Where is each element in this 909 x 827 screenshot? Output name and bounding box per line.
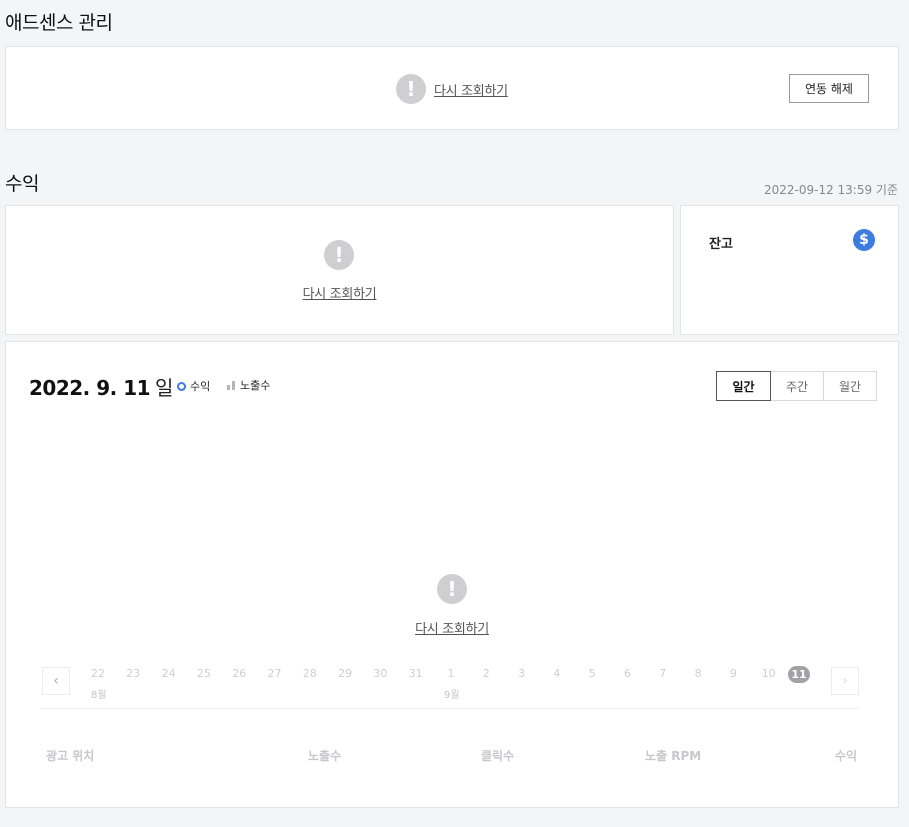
adsense-error-group: ! 다시 조회하기 (396, 74, 508, 104)
revenue-panel: ! 다시 조회하기 (5, 205, 674, 335)
table-header-position: 광고 위치 (46, 749, 95, 763)
day-item[interactable]: 24 (154, 667, 184, 680)
chart-date: 2022. 9. 11 일 (29, 372, 173, 401)
day-item[interactable]: 8 (683, 667, 713, 680)
tab-monthly[interactable]: 월간 (823, 372, 876, 400)
day-item[interactable]: 26 (224, 667, 254, 680)
day-item[interactable]: 4 (542, 667, 572, 680)
legend-impressions: 노출수 (227, 377, 270, 393)
revenue-timestamp: 2022-09-12 13:59 기준 (763, 183, 898, 197)
period-tabs: 일간 주간 월간 (716, 371, 877, 401)
table-header-clicks: 클릭수 (481, 749, 515, 763)
chart-retry-link[interactable]: 다시 조회하기 (6, 618, 898, 637)
legend-revenue-label: 수익 (190, 380, 211, 393)
day-item[interactable]: 23 (118, 667, 148, 680)
table-header-revenue: 수익 (835, 749, 858, 763)
table-header-impressions: 노출수 (308, 749, 342, 763)
day-item[interactable]: 27 (260, 667, 290, 680)
day-strip: 22 23 24 25 26 27 28 29 30 31 1 2 3 4 5 … (83, 666, 823, 683)
day-item[interactable]: 5 (577, 667, 607, 680)
tab-weekly[interactable]: 주간 (770, 372, 823, 400)
legend-impressions-label: 노출수 (240, 379, 271, 392)
prev-arrow-icon[interactable]: ‹ (42, 667, 70, 695)
exclamation-icon: ! (324, 240, 354, 270)
day-item[interactable]: 28 (295, 667, 325, 680)
adsense-panel: ! 다시 조회하기 연동 해제 (5, 46, 899, 130)
day-item[interactable]: 10 (754, 667, 784, 680)
month-label-aug: 8월 (91, 690, 107, 701)
adsense-retry-link[interactable]: 다시 조회하기 (434, 80, 508, 99)
day-item[interactable]: 3 (507, 667, 537, 680)
day-item[interactable]: 7 (648, 667, 678, 680)
balance-panel: 잔고 $ (680, 205, 899, 335)
circle-marker-icon (177, 381, 186, 391)
day-item[interactable]: 30 (365, 667, 395, 680)
chart-date-suffix: 일 (155, 376, 174, 400)
day-item[interactable]: 1 (436, 667, 466, 680)
day-item[interactable]: 9 (718, 667, 748, 680)
revenue-retry-link[interactable]: 다시 조회하기 (6, 283, 673, 302)
exclamation-icon: ! (396, 74, 426, 104)
day-item[interactable]: 25 (189, 667, 219, 680)
table-header-rpm: 노출 RPM (645, 749, 702, 763)
bar-marker-icon (227, 380, 235, 390)
next-arrow-icon[interactable]: › (831, 667, 859, 695)
day-item-selected[interactable]: 11 (788, 666, 810, 683)
month-label-sep: 9월 (444, 690, 460, 701)
legend-revenue: 수익 (177, 378, 210, 394)
day-item[interactable]: 6 (613, 667, 643, 680)
day-item[interactable]: 2 (471, 667, 501, 680)
revenue-section-title: 수익 (5, 173, 39, 195)
unlink-button[interactable]: 연동 해제 (789, 74, 869, 103)
adsense-section-title: 애드센스 관리 (5, 12, 113, 34)
dollar-icon: $ (853, 229, 875, 251)
day-item[interactable]: 22 (83, 667, 113, 680)
day-item[interactable]: 31 (401, 667, 431, 680)
exclamation-icon: ! (437, 574, 467, 604)
tab-daily[interactable]: 일간 (716, 371, 771, 401)
chart-panel: 2022. 9. 11 일 수익 노출수 일간 주간 월간 ! 다시 조회하기 … (5, 341, 899, 808)
day-item[interactable]: 29 (330, 667, 360, 680)
divider (41, 708, 859, 709)
chart-date-value: 2022. 9. 11 (29, 376, 151, 400)
balance-label: 잔고 (709, 237, 733, 252)
